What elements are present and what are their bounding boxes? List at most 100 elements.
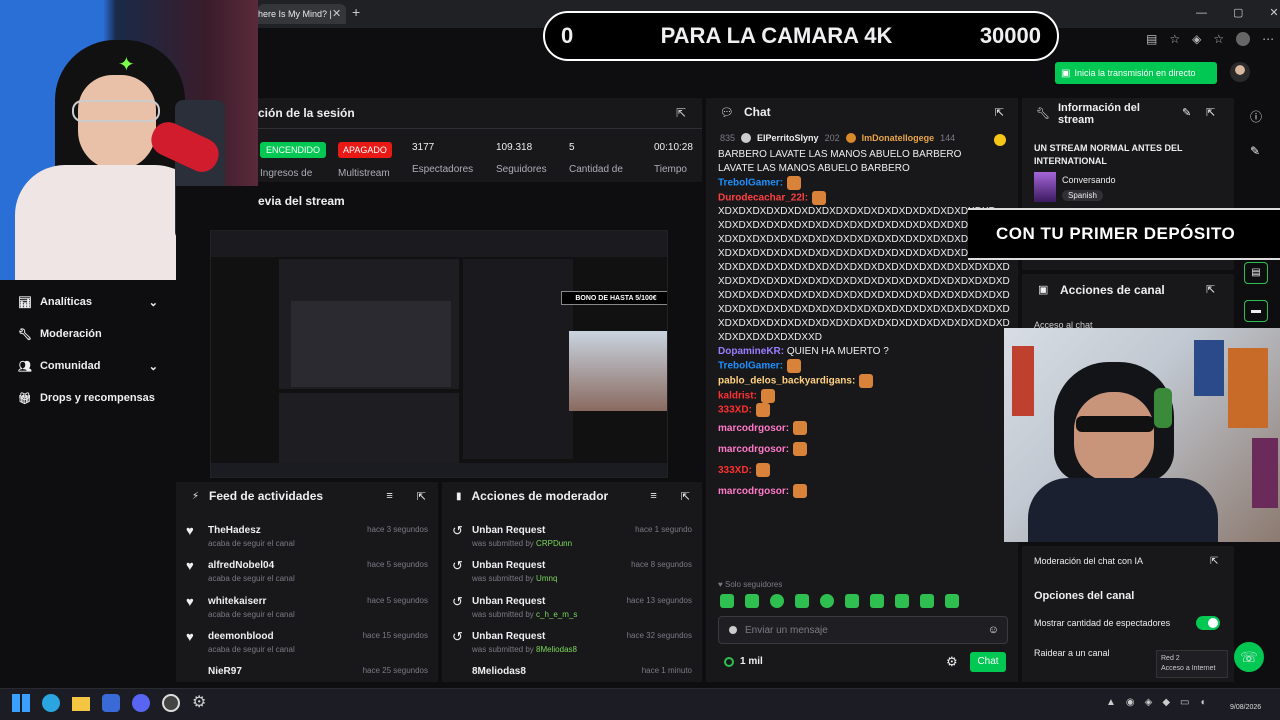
chat-message[interactable]: XDXDXDXDXDXDXDXDXDXDXDXDXDXDXDXDXDXDXDXD… [718,275,1010,289]
favorites-icon[interactable]: ☆ [1213,32,1224,46]
apagado-badge[interactable]: APAGADO [338,142,392,158]
emote-icon[interactable] [845,594,859,608]
chat-send-button[interactable]: Chat [970,652,1006,672]
chat-settings-icon[interactable]: ⚙ [946,654,958,670]
go-live-button[interactable]: ▣ Inicia la transmisión en directo [1055,62,1217,84]
tray-icon[interactable]: ◈ [1145,697,1153,708]
chat-message[interactable]: DopamineKR: QUIEN HA MUERTO ? [718,345,1010,359]
chat-username[interactable]: TrebolGamer: [718,178,783,189]
menu-dots-icon[interactable]: ⋯ [1262,32,1274,46]
popout-icon[interactable]: ⇱ [1206,106,1215,119]
chat-message[interactable]: 333XD: [718,403,1010,418]
tray-icon[interactable]: ◉ [1126,697,1135,708]
list-item[interactable]: ♥ TheHadesz acaba de seguir el canal hac… [176,520,438,556]
encendido-badge[interactable]: ENCENDIDO [260,142,327,158]
filter-icon[interactable]: ≡ [650,490,656,502]
chat-message[interactable]: XDXDXDXDXDXDXDXDXDXDXDXDXDXDXDXDXDXDXDXD [718,205,1010,219]
chat-message[interactable]: Durodecachar_22l: [718,190,1010,206]
chat-message[interactable]: XDXDXDXDXDXDXDXDXDXDXDXDXDXDXDXDXDXDXDXD… [718,317,1010,331]
extensions-icon[interactable]: ◈ [1192,32,1201,46]
chat-username[interactable]: marcodrgosor: [718,423,789,434]
list-item[interactable]: 8Meliodas8 hace 1 minuto [442,662,702,682]
language-tag[interactable]: Spanish [1062,190,1103,201]
chat-username[interactable]: 333XD: [718,405,752,416]
leader1-name[interactable]: ElPerritoSlyny [757,133,819,143]
chat-username[interactable]: DopamineKR: [718,346,784,357]
list-item[interactable]: ♥ deemonblood acaba de seguir el canal h… [176,626,438,662]
window-close-icon[interactable]: ✕ [1269,6,1278,19]
chat-message[interactable]: marcodrgosor: [718,418,1010,439]
sidebar-item-moderation[interactable]: 🔧︎ Moderación [0,318,176,350]
chat-message[interactable]: BARBERO LAVATE LAS MANOS ABUELO BARBERO [718,148,1010,162]
edge-browser-icon[interactable] [42,694,60,712]
list-item[interactable]: ↺ Unban Request was submitted by CRPDunn… [442,520,702,556]
windows-start-icon[interactable] [12,694,30,712]
raid-channel-label[interactable]: Raidear a un canal [1034,648,1110,658]
leader2-name[interactable]: ImDonatellogege [862,133,935,143]
chat-username[interactable]: kaldrist: [718,390,757,401]
list-item[interactable]: ♥ whitekaiserr acaba de seguir el canal … [176,591,438,627]
sidebar-item-analytics[interactable]: 📊︎ Analíticas ⌄ [0,286,176,318]
star-icon[interactable]: ☆ [1169,32,1180,46]
profile-icon[interactable] [1236,32,1251,46]
new-tab-button[interactable]: + [352,4,360,20]
emote-icon[interactable] [945,594,959,608]
chat-username[interactable]: pablo_delos_backyardigans: [718,376,855,387]
chat-message[interactable]: kaldrist: [718,388,1010,404]
chat-message[interactable]: TrebolGamer: [718,176,1010,191]
chat-input[interactable]: Enviar un mensaje ☺ [718,616,1008,644]
emote-icon[interactable] [820,594,834,608]
chat-message[interactable]: XDXDXDXDXDXDXDXDXDXDXDXDXDXDXDXDXDXDXDXD… [718,233,1010,247]
popout-icon[interactable]: ⇱ [417,490,426,503]
taskbar-date[interactable]: 9/08/2026 [1230,704,1261,711]
emote-icon[interactable] [870,594,884,608]
emote-icon[interactable] [770,594,784,608]
popout-icon[interactable]: ⇱ [676,106,686,120]
emote-icon[interactable] [795,594,809,608]
mod-action-user[interactable]: c_h_e_m_s [536,610,577,619]
chat-username[interactable]: marcodrgosor: [718,444,789,455]
discord-icon[interactable] [132,694,150,712]
obs-icon[interactable] [162,694,180,712]
channel-points[interactable]: 1 mil [724,656,763,667]
user-avatar[interactable] [1230,62,1250,82]
sidebar-item-community[interactable]: 👥︎ Comunidad ⌄ [0,350,176,382]
chat-message[interactable]: XDXDXDXDXDXDXDXDXDXDXDXDXDXDXDXDXDXDXDXD… [718,261,1010,275]
chat-message[interactable]: XDXDXDXDXDXDXDXDXDXDXDXDXDXDXDXDXDXDXDXD [718,219,1010,233]
popout-icon[interactable]: ⇱ [1206,283,1215,296]
document-icon[interactable]: ▤ [1244,262,1268,284]
list-item[interactable]: ↺ Unban Request was submitted by 8Meliod… [442,626,702,662]
chat-rail-icon[interactable]: ▬ [1244,300,1268,322]
popout-icon[interactable]: ⇱ [1210,556,1218,567]
chat-message[interactable]: pablo_delos_backyardigans: [718,373,1010,389]
emote-icon[interactable] [920,594,934,608]
mod-action-user[interactable]: CRPDunn [536,539,572,548]
chat-message[interactable]: XDXDXDXDXDXDXDXDXDXDXDXDXDXDXDXDXDXDXDXD… [718,289,1010,303]
info-icon[interactable]: ⓘ [1250,108,1262,125]
show-viewers-toggle[interactable] [1196,616,1220,630]
chat-message[interactable]: LAVATE LAS MANOS ABUELO BARBERO [718,162,1010,176]
emote-icon[interactable] [895,594,909,608]
list-item[interactable]: NieR97 hace 25 segundos [176,662,438,682]
emote-picker-icon[interactable]: ☺ [988,624,999,636]
mod-action-user[interactable]: Umnq [536,574,557,583]
list-item[interactable]: ↺ Unban Request was submitted by c_h_e_m… [442,591,702,627]
tray-icon[interactable]: ▲ [1106,697,1116,708]
chat-username[interactable]: TrebolGamer: [718,361,783,372]
popout-icon[interactable]: ⇱ [995,106,1004,119]
tray-icon[interactable]: ◆ [1162,697,1170,708]
edit-icon[interactable]: ✎ [1182,106,1191,119]
chat-message[interactable]: marcodrgosor: [718,481,1010,502]
chat-message[interactable]: TrebolGamer: [718,359,1010,374]
filter-icon[interactable]: ≡ [386,490,392,502]
chat-message[interactable]: XDXDXDXDXDXDXXD [718,331,1010,345]
stream-preview-video[interactable]: BONO DE HASTA 5/100€ [210,230,668,478]
monitor-icon[interactable]: ▭ [1180,697,1189,708]
list-item[interactable]: ↺ Unban Request was submitted by Umnq ha… [442,555,702,591]
ai-moderation-label[interactable]: Moderación del chat con IA [1034,556,1143,566]
chat-username[interactable]: marcodrgosor: [718,486,789,497]
popout-icon[interactable]: ⇱ [681,490,690,503]
volume-icon[interactable]: ◖ [1200,697,1206,708]
support-fab[interactable]: ☏ [1234,642,1264,672]
chat-username[interactable]: Durodecachar_22l: [718,192,808,203]
